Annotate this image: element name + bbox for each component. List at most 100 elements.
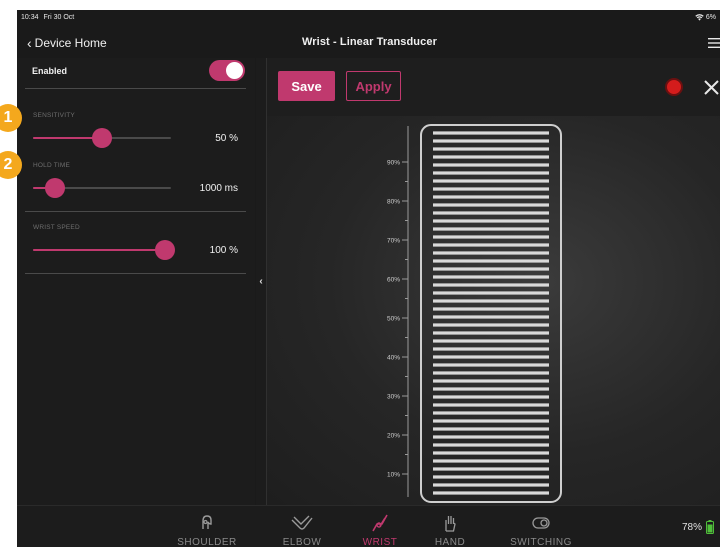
gauge-tick-label: 90% bbox=[387, 160, 400, 167]
status-date: Fri 30 Oct bbox=[43, 14, 75, 21]
tab-elbow[interactable]: ELBOW bbox=[272, 506, 332, 547]
gauge-tick-label: 20% bbox=[387, 433, 400, 440]
gauge-bar bbox=[433, 339, 549, 343]
gauge-tick-label: 40% bbox=[387, 355, 400, 362]
tab-hand[interactable]: HAND bbox=[430, 506, 470, 547]
slider-fill bbox=[33, 249, 165, 251]
gauge-bar bbox=[433, 315, 549, 319]
elbow-icon bbox=[291, 515, 313, 530]
tab-label: SHOULDER bbox=[177, 537, 237, 547]
gauge-bar bbox=[433, 355, 549, 359]
status-bar: 10:34 Fri 30 Oct 6% bbox=[17, 10, 720, 26]
sensitivity-label: SENSITIVITY bbox=[33, 112, 75, 119]
gauge-bar bbox=[433, 147, 549, 151]
hold-time-slider[interactable] bbox=[33, 178, 171, 198]
gauge-bar bbox=[433, 347, 549, 351]
gauge-bar bbox=[433, 259, 549, 263]
gauge-tick-label: 10% bbox=[387, 472, 400, 479]
divider bbox=[25, 211, 246, 212]
gauge-bar bbox=[433, 419, 549, 423]
gauge-bar bbox=[433, 139, 549, 143]
gauge-bar bbox=[433, 475, 549, 479]
gauge-bar bbox=[433, 163, 549, 167]
transducer-gauge: 90% 80% 70% 60% 50% 40% 30% 20% 10% bbox=[387, 124, 562, 503]
tab-wrist[interactable]: WRIST bbox=[355, 506, 405, 547]
gauge-bar bbox=[433, 491, 549, 495]
app-screen: 10:34 Fri 30 Oct 6% ‹ Device Home Wrist … bbox=[17, 10, 720, 547]
gauge-bar bbox=[433, 363, 549, 367]
panel-collapse-tab[interactable]: ‹ bbox=[256, 58, 266, 505]
gauge-bar bbox=[433, 443, 549, 447]
nav-bar: ‹ Device Home Wrist - Linear Transducer bbox=[17, 28, 720, 58]
toolbar: Save Apply bbox=[267, 58, 720, 116]
shoulder-icon bbox=[202, 515, 212, 529]
settings-panel: Enabled SENSITIVITY 50 % HOLD TIME 1000 … bbox=[17, 58, 255, 505]
hold-time-label: HOLD TIME bbox=[33, 162, 71, 169]
gauge-bar bbox=[433, 459, 549, 463]
hold-time-value: 1000 ms bbox=[199, 183, 238, 194]
gauge-bar bbox=[433, 131, 549, 135]
toggle-knob bbox=[226, 62, 243, 79]
gauge-bar bbox=[433, 235, 549, 239]
gauge-tick-label: 30% bbox=[387, 394, 400, 401]
gauge-bar bbox=[433, 379, 549, 383]
gauge-bar bbox=[433, 187, 549, 191]
sensitivity-slider[interactable] bbox=[33, 128, 171, 148]
gauge-bar bbox=[433, 275, 549, 279]
gauge-bar bbox=[433, 227, 549, 231]
status-indicators: 6% bbox=[695, 14, 716, 21]
tab-label: SWITCHING bbox=[510, 537, 572, 547]
gauge-bars bbox=[433, 131, 549, 495]
slider-thumb[interactable] bbox=[92, 128, 112, 148]
gauge-bar bbox=[433, 395, 549, 399]
battery-icon bbox=[706, 520, 714, 534]
gauge-bar bbox=[433, 291, 549, 295]
transducer-panel: Save Apply 90% 80% 70% 60% 50% 40% 30% 20% 10% bbox=[267, 58, 720, 505]
gauge-bar bbox=[433, 331, 549, 335]
apply-button[interactable]: Apply bbox=[346, 71, 401, 101]
wrist-speed-slider[interactable] bbox=[33, 240, 175, 260]
enabled-toggle[interactable] bbox=[209, 60, 245, 81]
gauge-bar bbox=[433, 219, 549, 223]
close-icon[interactable] bbox=[703, 79, 720, 96]
gauge-ticks: 90% 80% 70% 60% 50% 40% 30% 20% 10% bbox=[387, 160, 408, 479]
tab-shoulder[interactable]: SHOULDER bbox=[177, 506, 237, 547]
status-time: 10:34 Fri 30 Oct bbox=[21, 14, 74, 21]
gauge-bar bbox=[433, 243, 549, 247]
tab-switching[interactable]: SWITCHING bbox=[501, 506, 581, 547]
wrist-speed-value: 100 % bbox=[209, 245, 238, 256]
back-label: Device Home bbox=[34, 36, 107, 50]
record-icon[interactable] bbox=[665, 78, 683, 96]
gauge-bar bbox=[433, 435, 549, 439]
gauge-bar bbox=[433, 267, 549, 271]
wifi-icon bbox=[695, 14, 704, 21]
wrist-speed-label: WRIST SPEED bbox=[33, 224, 80, 231]
status-clock: 10:34 bbox=[21, 14, 39, 21]
sensitivity-value: 50 % bbox=[215, 133, 238, 144]
device-battery: 78% bbox=[682, 520, 714, 534]
gauge-tick-label: 70% bbox=[387, 238, 400, 245]
hand-icon bbox=[445, 516, 456, 532]
gauge-tick-label: 50% bbox=[387, 316, 400, 323]
status-battery-text: 6% bbox=[705, 14, 716, 21]
tab-label: WRIST bbox=[362, 537, 398, 547]
tab-label: ELBOW bbox=[282, 537, 322, 547]
gauge-bar bbox=[433, 195, 549, 199]
gauge-bar bbox=[433, 403, 549, 407]
save-button[interactable]: Save bbox=[278, 71, 335, 101]
gauge-bar bbox=[433, 179, 549, 183]
divider bbox=[25, 273, 246, 274]
gauge-bar bbox=[433, 211, 549, 215]
divider bbox=[25, 88, 246, 89]
wrist-icon bbox=[372, 514, 388, 532]
gauge-tick-label: 60% bbox=[387, 277, 400, 284]
switching-icon bbox=[532, 517, 550, 529]
gauge-bar bbox=[433, 483, 549, 487]
back-button[interactable]: ‹ Device Home bbox=[27, 36, 107, 50]
menu-icon[interactable] bbox=[708, 37, 720, 49]
gauge-bar bbox=[433, 323, 549, 327]
slider-thumb[interactable] bbox=[45, 178, 65, 198]
gauge-bar bbox=[433, 171, 549, 175]
enabled-label: Enabled bbox=[32, 66, 68, 76]
gauge-bar bbox=[433, 427, 549, 431]
